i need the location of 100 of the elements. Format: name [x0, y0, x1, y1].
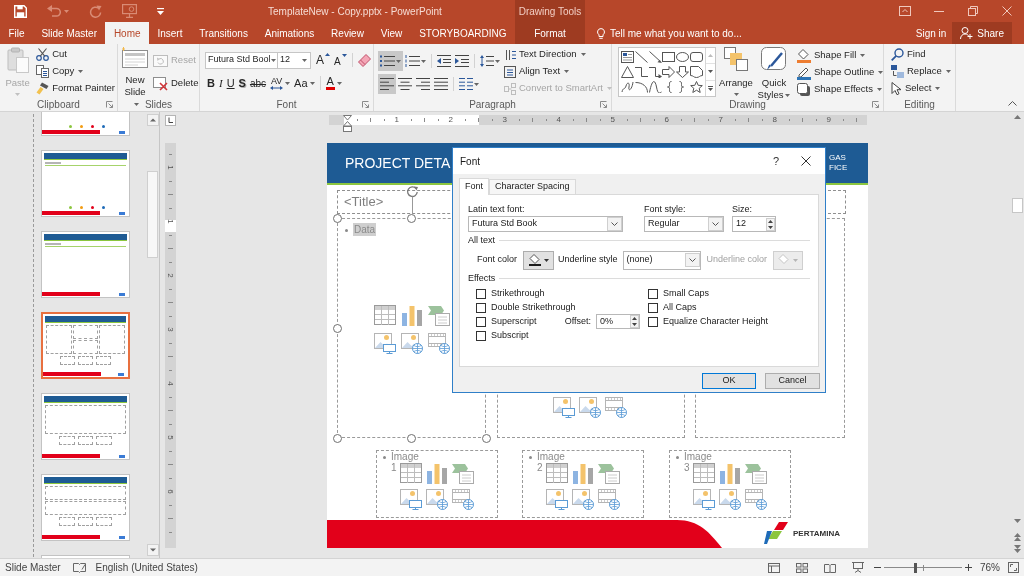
table-icon[interactable] — [374, 305, 396, 326]
slide-thumbnail[interactable] — [41, 312, 130, 379]
checkbox[interactable] — [648, 302, 658, 313]
slideshow-icon[interactable] — [852, 562, 864, 573]
zoom-level[interactable]: 76% — [980, 560, 1000, 575]
ribbon-tab[interactable]: Slide Master — [33, 22, 106, 44]
rounded-rectangle-icon[interactable] — [689, 51, 703, 63]
replace-button[interactable]: Replace — [889, 63, 955, 80]
picture-monitor-icon[interactable] — [374, 333, 396, 354]
picture-monitor-icon[interactable] — [553, 397, 575, 418]
status-language[interactable]: English (United States) — [95, 560, 198, 575]
align-text-button[interactable]: Align Text — [502, 63, 614, 80]
film-globe-icon[interactable] — [605, 397, 627, 418]
text-shadow-button[interactable]: S — [236, 74, 248, 92]
share-button[interactable]: Share — [952, 22, 1012, 44]
checkbox[interactable] — [648, 316, 658, 327]
star-icon[interactable] — [689, 81, 703, 93]
checkbox[interactable] — [476, 302, 486, 313]
right-brace-icon[interactable] — [679, 81, 686, 93]
font-size-field[interactable]: 12 — [278, 51, 311, 69]
font-combo[interactable]: Futura Std Book — [468, 216, 623, 232]
slide-thumbnail[interactable] — [41, 474, 130, 541]
ribbon-tab[interactable]: Review — [322, 22, 373, 44]
oval-icon[interactable] — [676, 51, 689, 63]
picture-globe-icon[interactable] — [719, 489, 741, 510]
arrow-icon[interactable] — [648, 51, 662, 63]
slide-thumbnail[interactable] — [41, 393, 130, 460]
dialog-launcher-icon[interactable] — [600, 101, 607, 108]
elbow-arrow-icon[interactable] — [648, 66, 662, 78]
checkbox-label[interactable]: Superscript — [491, 316, 537, 327]
picture-globe-icon[interactable] — [572, 489, 594, 510]
down-arrow-icon[interactable] — [676, 66, 689, 78]
scroll-down-icon[interactable] — [1013, 519, 1021, 523]
diagram-icon[interactable] — [452, 463, 474, 484]
diagram-icon[interactable] — [428, 305, 450, 326]
right-arrow-icon[interactable] — [662, 66, 676, 78]
character-spacing-button[interactable]: AV — [268, 74, 293, 92]
ribbon-tab[interactable]: View — [372, 22, 411, 44]
diagram-icon[interactable] — [598, 463, 620, 484]
select-button[interactable]: Select — [889, 80, 955, 97]
picture-monitor-icon[interactable] — [693, 489, 715, 510]
ribbon-tab[interactable]: File — [0, 22, 33, 44]
slide-thumbnail[interactable] — [41, 231, 130, 298]
film-globe-icon[interactable] — [428, 333, 450, 354]
left-brace-icon[interactable] — [665, 81, 672, 93]
bold-button[interactable]: B — [205, 74, 217, 92]
resize-handle[interactable] — [407, 214, 416, 223]
shrink-font-button[interactable]: A — [332, 51, 349, 69]
ribbon-tab[interactable]: Insert — [149, 22, 191, 44]
align-left-button[interactable] — [378, 74, 396, 94]
cut-button[interactable]: Cut — [34, 46, 117, 63]
close-icon[interactable] — [801, 156, 811, 166]
folded-shape-icon[interactable] — [689, 66, 703, 78]
font-name-field[interactable]: Futura Std Bool — [205, 51, 278, 69]
picture-monitor-icon[interactable] — [546, 489, 568, 510]
curve-icon[interactable] — [648, 81, 662, 93]
change-case-button[interactable]: Aa — [292, 74, 317, 92]
dialog-button[interactable]: OK — [702, 373, 756, 389]
format-painter-button[interactable]: Format Painter — [34, 80, 117, 97]
picture-globe-icon[interactable] — [579, 397, 601, 418]
ribbon-tab[interactable]: STORYBOARDING — [410, 22, 516, 44]
freeform-icon[interactable] — [621, 81, 635, 93]
font-color-button[interactable] — [523, 250, 555, 270]
dialog-launcher-icon[interactable] — [872, 101, 879, 108]
bar-chart-icon[interactable] — [719, 463, 741, 484]
checkbox-label[interactable]: Small Caps — [663, 288, 709, 299]
bar-chart-icon[interactable] — [426, 463, 448, 484]
resize-handle[interactable] — [482, 434, 491, 443]
ribbon-tab[interactable]: Transitions — [190, 22, 257, 44]
resize-handle[interactable] — [407, 434, 416, 443]
film-globe-icon[interactable] — [452, 489, 474, 510]
arrange-button[interactable]: Arrange — [719, 47, 753, 96]
restore-icon[interactable] — [968, 6, 978, 16]
zoom-in-icon[interactable] — [965, 564, 972, 571]
previous-slide-icon[interactable] — [1013, 533, 1021, 541]
shape-effects-button[interactable]: Shape Effects — [795, 81, 886, 98]
sign-in-link[interactable]: Sign in — [909, 22, 953, 44]
resize-handle[interactable] — [333, 214, 342, 223]
resize-handle[interactable] — [333, 434, 342, 443]
table-icon[interactable] — [400, 463, 422, 484]
italic-button[interactable]: I — [216, 74, 225, 92]
scroll-up-icon[interactable] — [1013, 115, 1021, 119]
checkbox[interactable] — [648, 288, 658, 299]
checkbox[interactable] — [476, 316, 486, 327]
zoom-slider-thumb[interactable] — [913, 562, 917, 573]
scrollbar-thumb[interactable] — [1011, 198, 1023, 213]
bar-chart-icon[interactable] — [401, 305, 423, 326]
indent-marker-icon[interactable] — [342, 115, 352, 132]
slide-sorter-icon[interactable] — [796, 562, 808, 573]
normal-view-icon[interactable] — [768, 562, 780, 573]
picture-globe-icon[interactable] — [426, 489, 448, 510]
checkbox[interactable] — [476, 288, 486, 299]
shape-outline-button[interactable]: Shape Outline — [795, 64, 886, 81]
checkbox-label[interactable]: Double Strikethrough — [491, 302, 576, 313]
picture-globe-icon[interactable] — [401, 333, 423, 354]
table-icon[interactable] — [693, 463, 715, 484]
dialog-button[interactable]: Cancel — [765, 373, 820, 389]
checkbox-label[interactable]: Equalize Character Height — [663, 316, 769, 327]
slide-thumbnail[interactable] — [41, 150, 130, 217]
collapse-ribbon-icon[interactable] — [1008, 101, 1017, 106]
